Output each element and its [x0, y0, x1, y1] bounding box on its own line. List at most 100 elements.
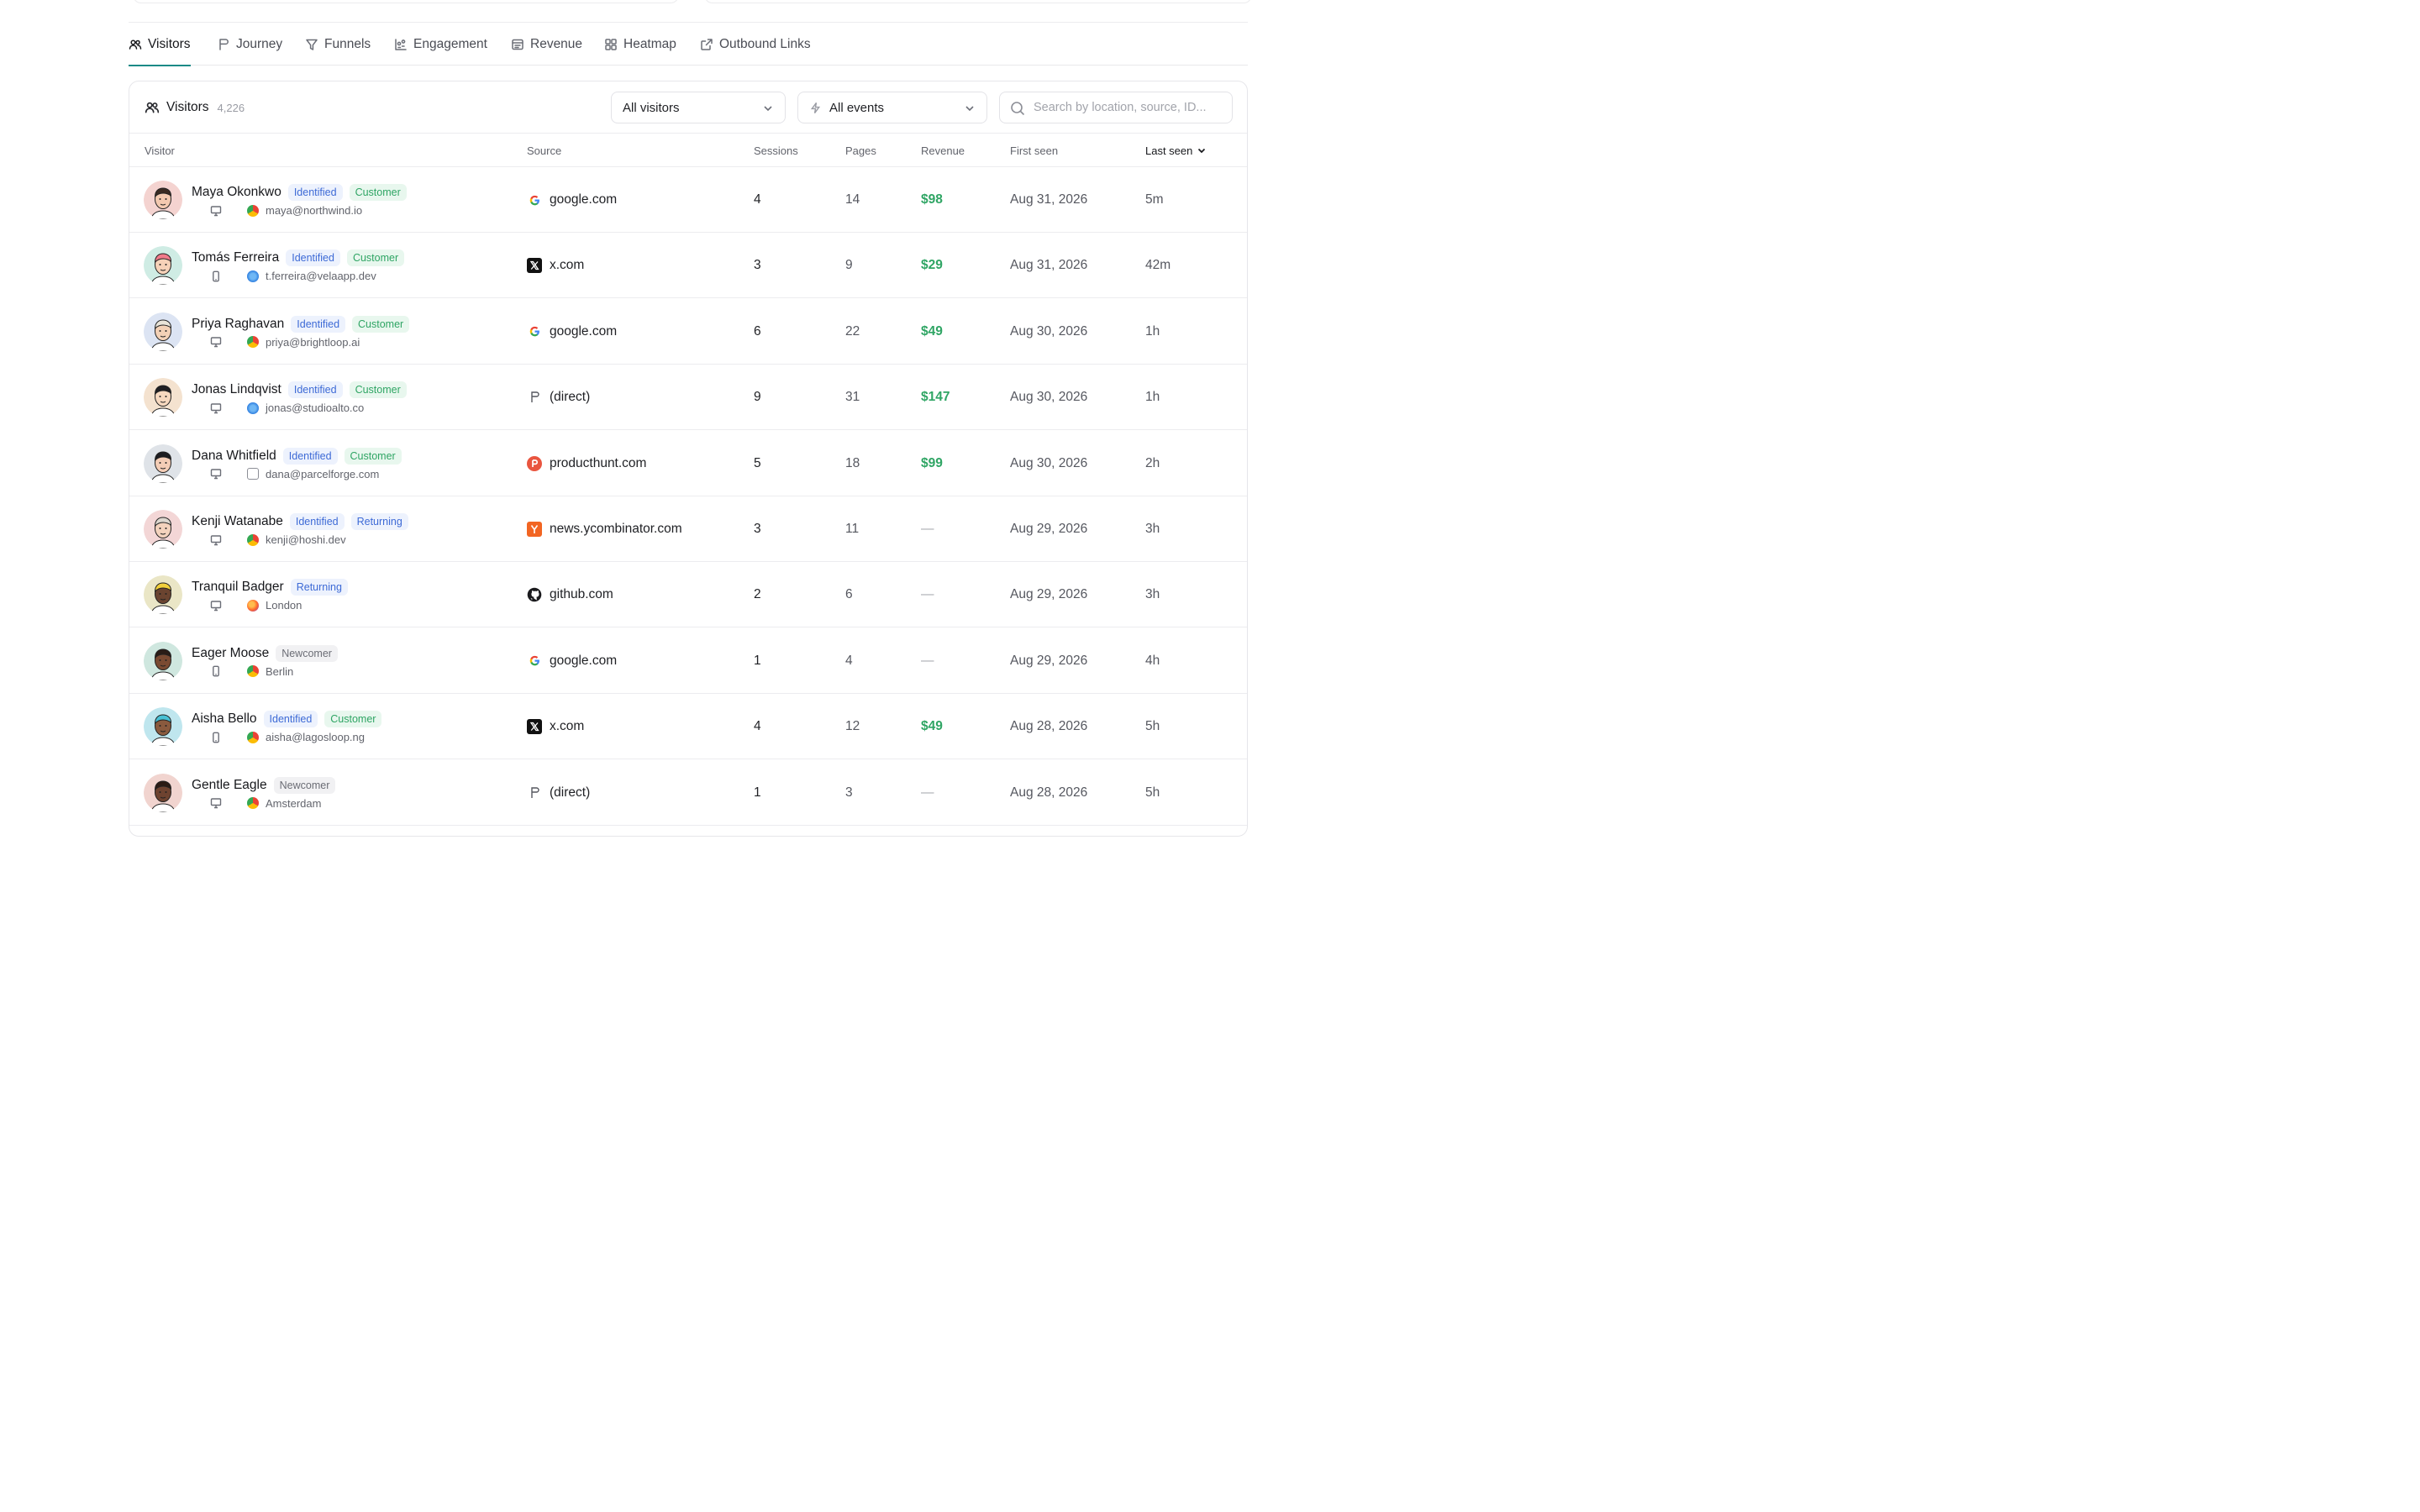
column-last-seen[interactable]: Last seen: [1145, 134, 1207, 167]
avatar-illustration: [144, 444, 182, 483]
source-name: news.ycombinator.com: [550, 522, 682, 536]
table-row[interactable]: Eager Moose Newcomer Berlin google.com 1…: [129, 628, 1247, 694]
visitors-filter-select[interactable]: All visitors: [611, 92, 786, 123]
tab-label: Heatmap: [623, 36, 676, 51]
engagement-icon: [395, 38, 407, 50]
visitor-name[interactable]: Kenji Watanabe: [192, 514, 283, 529]
table-row[interactable]: Tranquil Badger Returning London github.…: [129, 562, 1247, 628]
visitor-detail: jonas@studioalto.co: [266, 402, 365, 415]
visitor-meta: jonas@studioalto.co: [210, 402, 364, 414]
sessions-cell: 1: [754, 785, 761, 800]
visitor-name[interactable]: Gentle Eagle: [192, 778, 267, 793]
column-sessions[interactable]: Sessions: [754, 134, 798, 167]
panel-title-text: Visitors: [166, 100, 209, 114]
tab-outbound-links[interactable]: Outbound Links: [700, 23, 811, 66]
table-row[interactable]: Aisha Bello Identified Customer aisha@lag…: [129, 694, 1247, 760]
first-seen-cell: Aug 31, 2026: [1010, 258, 1088, 273]
last-seen-cell: 2h: [1145, 455, 1160, 470]
last-seen-cell: 5m: [1145, 192, 1164, 207]
column-first-seen[interactable]: First seen: [1010, 134, 1058, 167]
pages-cell: 4: [845, 653, 853, 668]
chrome-icon: [247, 665, 259, 678]
visitor-name-line: Eager Moose Newcomer: [192, 644, 338, 662]
first-seen-cell: Aug 28, 2026: [1010, 719, 1088, 734]
column-visitor[interactable]: Visitor: [145, 134, 175, 167]
table-row[interactable]: Jonas Lindqvist Identified Customer jonas…: [129, 365, 1247, 431]
mobile-icon: [213, 732, 219, 743]
events-filter-select[interactable]: All events: [797, 92, 987, 123]
table-row[interactable]: Dana Whitfield Identified Customer dana@p…: [129, 431, 1247, 496]
visitor-meta: priya@brightloop.ai: [210, 336, 360, 349]
firefox-icon: [247, 599, 259, 612]
google-icon: [527, 654, 542, 669]
visitor-search[interactable]: [999, 92, 1233, 123]
avatar-illustration: [144, 246, 182, 286]
source-name: google.com: [550, 653, 618, 668]
table-row[interactable]: Priya Raghavan Identified Customer priya@…: [129, 299, 1247, 365]
table-row[interactable]: Gentle Eagle Newcomer Amsterdam (direct)…: [129, 760, 1247, 826]
status-badge: Identified: [287, 381, 343, 399]
visitor-name[interactable]: Priya Raghavan: [192, 317, 284, 332]
tab-heatmap[interactable]: Heatmap: [604, 23, 676, 66]
avatar: [144, 641, 182, 680]
desktop-icon: [210, 469, 222, 480]
visitor-name[interactable]: Tomás Ferreira: [192, 250, 279, 265]
visitor-detail: priya@brightloop.ai: [266, 335, 360, 349]
search-input[interactable]: [1034, 101, 1232, 114]
avatar: [144, 575, 182, 615]
visitor-detail: maya@northwind.io: [266, 204, 363, 217]
source-name: (direct): [550, 785, 591, 800]
avatar-illustration: [144, 510, 182, 549]
pages-cell: 6: [845, 587, 853, 602]
mobile-icon: [213, 270, 219, 282]
status-badge: Customer: [352, 315, 410, 333]
tab-visitors[interactable]: Visitors: [129, 23, 191, 66]
column-pages[interactable]: Pages: [845, 134, 876, 167]
visitor-name[interactable]: Dana Whitfield: [192, 449, 276, 464]
status-badge: Customer: [349, 184, 407, 201]
column-source[interactable]: Source: [527, 134, 561, 167]
users-icon: [129, 39, 142, 50]
column-revenue[interactable]: Revenue: [921, 134, 965, 167]
google-icon: [527, 324, 542, 339]
funnel-icon: [306, 39, 318, 50]
first-seen-cell: Aug 29, 2026: [1010, 587, 1088, 602]
events-filter-value: All events: [829, 100, 885, 115]
last-seen-cell: 3h: [1145, 587, 1160, 602]
avatar: [144, 707, 182, 747]
column-last-seen-label: Last seen: [1145, 144, 1193, 157]
visitor-meta: kenji@hoshi.dev: [210, 533, 346, 546]
source-cell: google.com: [527, 167, 617, 233]
tab-journey[interactable]: Journey: [217, 23, 282, 66]
tab-engagement[interactable]: Engagement: [394, 23, 487, 66]
visitor-detail: t.ferreira@velaapp.dev: [266, 270, 376, 283]
last-seen-cell: 5h: [1145, 719, 1160, 734]
source-cell: (direct): [527, 365, 590, 430]
tab-funnels[interactable]: Funnels: [305, 23, 371, 66]
external-link-icon: [701, 38, 713, 50]
tab-revenue[interactable]: Revenue: [511, 23, 582, 66]
last-seen-cell: 1h: [1145, 323, 1160, 339]
visitor-name-line: Kenji Watanabe Identified Returning: [192, 513, 408, 530]
table-row[interactable]: Tomás Ferreira Identified Customer t.ferr…: [129, 233, 1247, 299]
visitor-detail: London: [266, 599, 302, 612]
visitor-name[interactable]: Tranquil Badger: [192, 580, 284, 595]
visitor-name-line: Tomás Ferreira Identified Customer: [192, 249, 405, 267]
visitor-name[interactable]: Maya Okonkwo: [192, 185, 281, 200]
visitor-detail: Amsterdam: [266, 796, 322, 810]
table-header: Visitor Source Sessions Pages Revenue Fi…: [129, 134, 1247, 167]
direct-icon: [527, 390, 542, 405]
table-row[interactable]: Kenji Watanabe Identified Returning kenji…: [129, 496, 1247, 562]
source-cell: x.com: [527, 233, 584, 298]
pages-cell: 3: [845, 785, 853, 800]
desktop-icon: [210, 534, 222, 545]
source-cell: news.ycombinator.com: [527, 496, 682, 562]
avatar-illustration: [144, 312, 182, 351]
visitor-name-line: Gentle Eagle Newcomer: [192, 776, 336, 794]
visitor-name-line: Jonas Lindqvist Identified Customer: [192, 381, 407, 399]
visitor-name[interactable]: Jonas Lindqvist: [192, 382, 281, 397]
visitor-name[interactable]: Eager Moose: [192, 646, 269, 661]
visitor-name[interactable]: Aisha Bello: [192, 711, 257, 727]
table-row[interactable]: Maya Okonkwo Identified Customer maya@nor…: [129, 167, 1247, 233]
sessions-cell: 4: [754, 192, 761, 207]
